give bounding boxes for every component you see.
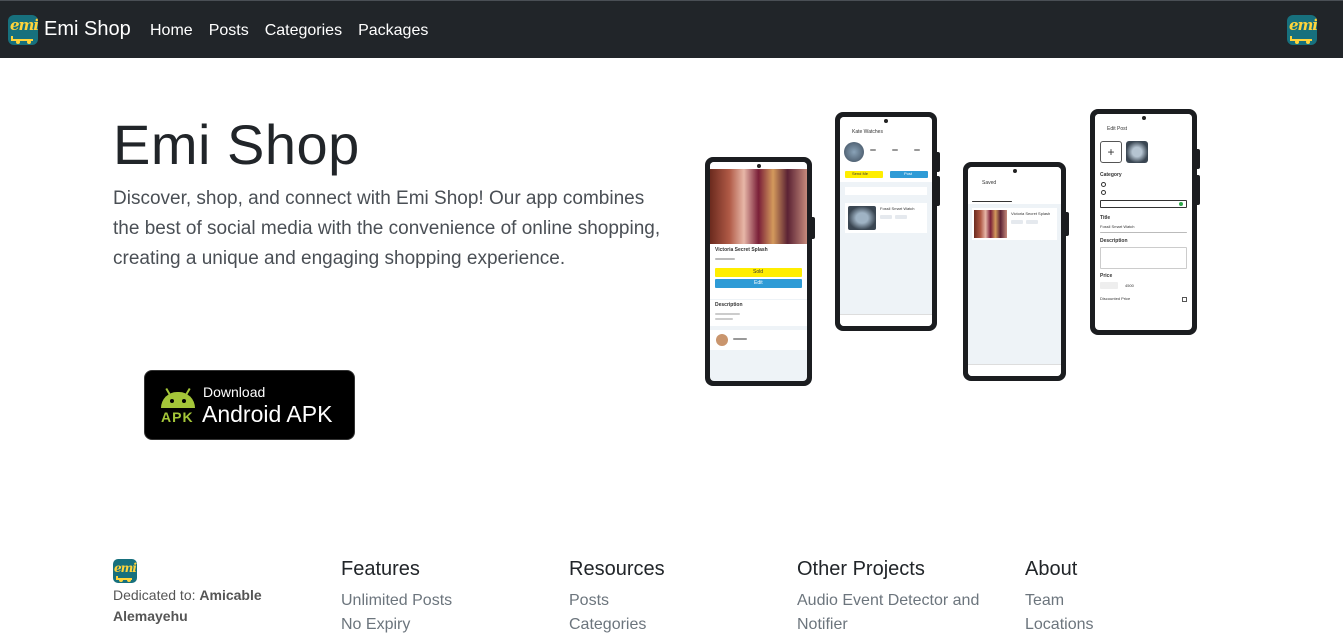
phone-mockup-edit-post: Edit Post + Category Title Fossil Smart … xyxy=(1090,109,1200,335)
price-value: 4500 xyxy=(1125,283,1134,288)
footer-heading-about: About xyxy=(1025,558,1078,580)
add-image-icon: + xyxy=(1100,141,1122,163)
user-avatar-icon[interactable]: emi xyxy=(1287,15,1317,45)
nav-links: Home Posts Categories Packages xyxy=(150,22,444,40)
phone-mockup-shop-profile: Kate Watches Send Me Post Fossil Smart W… xyxy=(835,112,940,331)
footer-link-no-expiry[interactable]: No Expiry xyxy=(341,613,541,637)
post-button: Post xyxy=(904,171,913,176)
download-apk-button[interactable]: APK Download Android APK xyxy=(144,370,355,440)
saved-title: Saved xyxy=(982,180,997,186)
navbar: emi Emi Shop Home Posts Categories Packa… xyxy=(0,0,1343,58)
footer-link-unlimited-posts[interactable]: Unlimited Posts xyxy=(341,589,541,613)
price-label: Price xyxy=(1100,273,1113,279)
footer-logo-icon: emi xyxy=(113,559,137,583)
android-apk-label: Android APK xyxy=(202,401,333,427)
nav-link-categories[interactable]: Categories xyxy=(265,22,342,40)
phone-mockup-saved: Saved Victoria Secret Splash xyxy=(963,162,1069,381)
description-heading: Description xyxy=(715,302,743,308)
nav-link-packages[interactable]: Packages xyxy=(358,22,428,40)
footer-col-resources: Resources Posts Categories xyxy=(569,558,769,637)
nav-link-home[interactable]: Home xyxy=(150,22,193,40)
nav-link-posts[interactable]: Posts xyxy=(209,22,249,40)
saved-item-title: Victoria Secret Splash xyxy=(1011,211,1051,216)
footer-col-features: Features Unlimited Posts No Expiry xyxy=(341,558,541,637)
hero-title: Emi Shop xyxy=(113,113,360,176)
footer-link-categories[interactable]: Categories xyxy=(569,613,769,637)
edit-post-title: Edit Post xyxy=(1107,126,1128,132)
footer-heading-features: Features xyxy=(341,558,420,580)
brand-name[interactable]: Emi Shop xyxy=(44,18,131,41)
title-label: Title xyxy=(1100,215,1111,221)
brand-logo-icon[interactable]: emi xyxy=(8,15,38,45)
dedication: Dedicated to: Amicable Alemayehu xyxy=(113,585,283,627)
android-icon xyxy=(161,387,195,408)
footer-heading-resources: Resources xyxy=(569,558,665,580)
send-me-button: Send Me xyxy=(852,171,869,176)
footer-heading-other-projects: Other Projects xyxy=(797,558,925,580)
hero-description: Discover, shop, and connect with Emi Sho… xyxy=(113,188,661,269)
description-label: Description xyxy=(1100,238,1128,244)
footer-link-posts[interactable]: Posts xyxy=(569,589,769,613)
title-value: Fossil Smart Watch xyxy=(1100,224,1135,229)
listing-title: Fossil Smart Watch xyxy=(880,206,915,211)
category-label: Category xyxy=(1100,172,1122,178)
footer-link-audio-event-detector[interactable]: Audio Event Detector and Notifier xyxy=(797,589,992,637)
footer-link-locations[interactable]: Locations xyxy=(1025,613,1225,637)
product-image xyxy=(710,169,807,244)
footer-col-other-projects: Other Projects Audio Event Detector and … xyxy=(797,558,992,637)
footer-link-team[interactable]: Team xyxy=(1025,589,1225,613)
edit-button: Edit xyxy=(754,280,763,286)
discounted-price-label: Discounted Price xyxy=(1100,296,1131,301)
footer-col-about: About Team Locations xyxy=(1025,558,1225,637)
phone-mockup-product-detail: Victoria Secret Splash Sold Edit Descrip… xyxy=(705,157,815,386)
product-title: Victoria Secret Splash xyxy=(715,247,768,253)
download-label: Download xyxy=(203,384,266,400)
apk-badge: APK xyxy=(161,409,194,425)
dedication-label: Dedicated to: xyxy=(113,587,200,603)
sold-button: Sold xyxy=(753,269,764,275)
shop-title: Kate Watches xyxy=(852,129,883,135)
